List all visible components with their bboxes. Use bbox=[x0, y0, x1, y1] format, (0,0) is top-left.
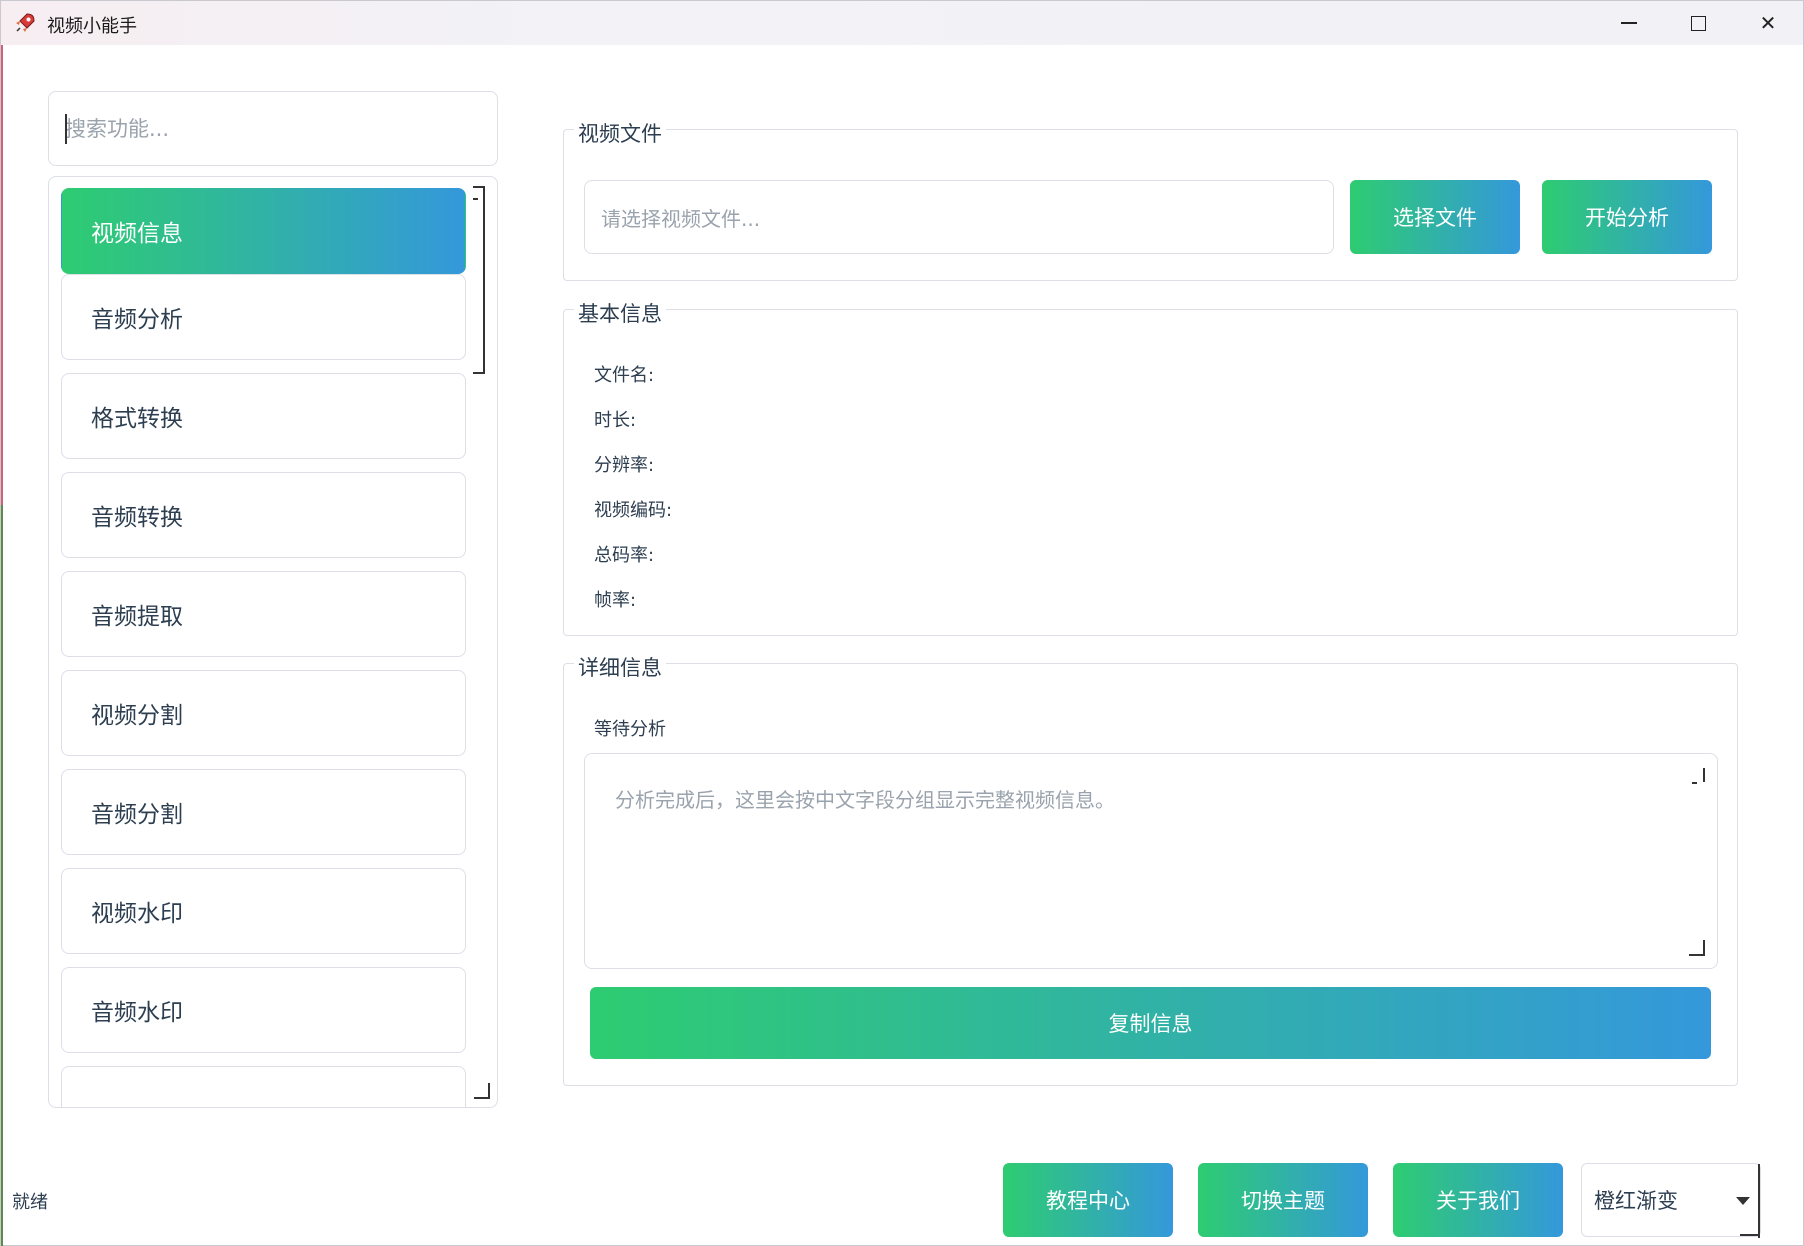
select-edge bbox=[1758, 1164, 1760, 1238]
nav-item-audio-watermark[interactable]: 音频水印 bbox=[61, 967, 466, 1053]
list-scrollbar[interactable] bbox=[481, 186, 485, 374]
window-title: 视频小能手 bbox=[47, 16, 137, 37]
status-text: 就绪 bbox=[12, 1192, 48, 1213]
window-edge-accent bbox=[1, 505, 3, 1246]
text-caret bbox=[65, 114, 67, 144]
nav-item-label: 音频分割 bbox=[91, 802, 183, 828]
maximize-icon bbox=[1690, 15, 1706, 31]
nav-item-video-info[interactable]: 视频信息 bbox=[61, 188, 466, 274]
theme-select[interactable]: 橙红渐变 bbox=[1581, 1163, 1761, 1238]
resolution-label: 分辨率: bbox=[594, 455, 655, 476]
switch-theme-button[interactable]: 切换主题 bbox=[1198, 1163, 1368, 1237]
nav-item-label: 音频分析 bbox=[91, 307, 183, 333]
function-search-box[interactable] bbox=[48, 91, 498, 166]
nav-item-label: 视频水印 bbox=[91, 901, 183, 927]
nav-item-label: 音频提取 bbox=[91, 604, 183, 630]
button-label: 复制信息 bbox=[1108, 1012, 1193, 1036]
video-file-path-input[interactable]: 请选择视频文件... bbox=[584, 180, 1334, 254]
detail-info-textarea[interactable]: 分析完成后，这里会按中文字段分组显示完整视频信息。 bbox=[584, 753, 1718, 969]
detail-placeholder: 分析完成后，这里会按中文字段分组显示完整视频信息。 bbox=[615, 788, 1115, 812]
button-label: 切换主题 bbox=[1241, 1189, 1325, 1213]
scrollbar-top-mark bbox=[473, 186, 485, 198]
total-bitrate-label: 总码率: bbox=[594, 545, 655, 566]
nav-item-audio-analysis[interactable]: 音频分析 bbox=[61, 274, 466, 360]
button-label: 开始分析 bbox=[1585, 206, 1669, 230]
resize-grip[interactable] bbox=[474, 1083, 490, 1099]
nav-item-label: 视频信息 bbox=[91, 221, 183, 247]
group-title: 详细信息 bbox=[574, 652, 666, 682]
duration-label: 时长: bbox=[594, 410, 637, 431]
frame-rate-label: 帧率: bbox=[594, 590, 637, 611]
about-us-button[interactable]: 关于我们 bbox=[1393, 1163, 1563, 1237]
button-label: 教程中心 bbox=[1046, 1189, 1130, 1213]
title-bar[interactable]: 视频小能手 ✕ bbox=[1, 1, 1803, 45]
nav-item-audio-convert[interactable]: 音频转换 bbox=[61, 472, 466, 558]
nav-item-video-watermark[interactable]: 视频水印 bbox=[61, 868, 466, 954]
nav-item-audio-extract[interactable]: 音频提取 bbox=[61, 571, 466, 657]
copy-info-button[interactable]: 复制信息 bbox=[590, 987, 1711, 1059]
close-icon: ✕ bbox=[1759, 11, 1777, 35]
button-label: 关于我们 bbox=[1436, 1189, 1520, 1213]
tutorial-center-button[interactable]: 教程中心 bbox=[1003, 1163, 1173, 1237]
start-analysis-button[interactable]: 开始分析 bbox=[1542, 180, 1712, 254]
scrollbar-tick bbox=[1692, 782, 1697, 784]
scrollbar-bottom-mark bbox=[473, 366, 485, 374]
file-path-placeholder: 请选择视频文件... bbox=[601, 206, 761, 231]
nav-item-audio-split[interactable]: 音频分割 bbox=[61, 769, 466, 855]
group-title: 视频文件 bbox=[574, 118, 666, 148]
function-list[interactable]: 视频信息 音频分析 格式转换 音频转换 音频提取 视频分割 音频分割 视频水印 … bbox=[48, 176, 498, 1108]
minimize-button[interactable] bbox=[1594, 1, 1664, 45]
minimize-icon bbox=[1621, 22, 1637, 24]
nav-item-label: 音频转换 bbox=[91, 505, 183, 531]
chevron-down-icon bbox=[1736, 1197, 1750, 1205]
function-search-input[interactable] bbox=[65, 112, 465, 146]
rocket-app-icon bbox=[13, 11, 37, 35]
nav-item-format-convert[interactable]: 格式转换 bbox=[61, 373, 466, 459]
theme-select-value: 橙红渐变 bbox=[1594, 1189, 1678, 1213]
nav-item-label: 格式转换 bbox=[91, 406, 183, 432]
nav-item-label: 音频水印 bbox=[91, 1000, 183, 1026]
scrollbar-top-mark bbox=[1691, 768, 1705, 782]
video-file-group: 视频文件 请选择视频文件... 选择文件 开始分析 bbox=[563, 118, 1738, 281]
resize-grip[interactable] bbox=[1689, 940, 1705, 956]
window-edge-accent bbox=[1, 45, 3, 505]
select-file-button[interactable]: 选择文件 bbox=[1350, 180, 1520, 254]
nav-item-label: 视频分割 bbox=[91, 703, 183, 729]
basic-info-group: 基本信息 文件名: 时长: 分辨率: 视频编码: 总码率: 帧率: bbox=[563, 298, 1738, 636]
select-corner bbox=[1740, 1234, 1760, 1236]
nav-item-partial[interactable] bbox=[61, 1066, 466, 1107]
scrollbar-tick bbox=[473, 198, 478, 200]
analysis-status-label: 等待分析 bbox=[594, 719, 666, 740]
nav-item-video-split[interactable]: 视频分割 bbox=[61, 670, 466, 756]
button-label: 选择文件 bbox=[1393, 206, 1477, 230]
maximize-button[interactable] bbox=[1663, 1, 1733, 45]
video-codec-label: 视频编码: bbox=[594, 500, 673, 521]
group-title: 基本信息 bbox=[574, 298, 666, 328]
close-button[interactable]: ✕ bbox=[1733, 1, 1803, 45]
file-name-label: 文件名: bbox=[594, 365, 655, 386]
app-window: 视频小能手 ✕ 视频信息 音频分析 格式转换 音频转换 音频提取 视频分割 音频… bbox=[0, 0, 1804, 1246]
